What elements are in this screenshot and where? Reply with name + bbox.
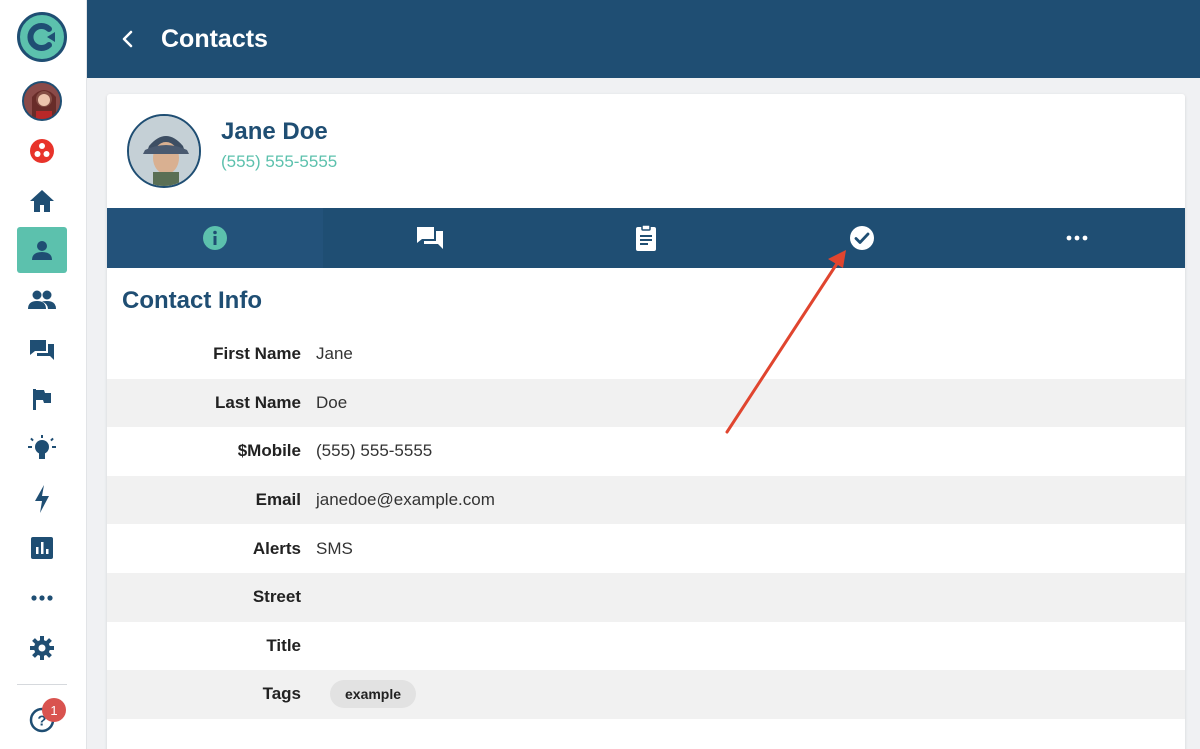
field-label: Email [255, 490, 301, 510]
sidebar: ? 1 [0, 0, 87, 749]
tab-info[interactable] [107, 208, 323, 268]
page-title: Contacts [161, 24, 268, 53]
field-value: Doe [316, 392, 348, 412]
user-avatar[interactable] [22, 81, 62, 121]
settings-icon[interactable] [17, 625, 67, 671]
field-row-last-name: Last Name Doe [107, 378, 1185, 428]
field-row-title: Title [107, 622, 1185, 671]
field-row-street: Street [107, 572, 1185, 622]
field-label: First Name [213, 344, 301, 364]
field-row-alerts: Alerts SMS [107, 524, 1185, 573]
field-label: Street [252, 587, 301, 607]
app-logo-icon[interactable] [17, 12, 67, 62]
bolt-icon[interactable] [17, 476, 67, 522]
field-value: janedoe@example.com [316, 490, 495, 510]
field-label: Tags [262, 684, 301, 704]
field-label: Title [266, 635, 301, 655]
chat-icon [417, 227, 444, 249]
field-value: (555) 555-5555 [316, 441, 433, 461]
back-button[interactable] [117, 29, 137, 49]
more-icon [1066, 235, 1088, 241]
contact-tabs [107, 208, 1185, 268]
header-bar: Contacts [87, 0, 1200, 78]
chevron-left-icon [122, 30, 133, 48]
contact-photo [127, 114, 201, 188]
field-label: Alerts [252, 538, 301, 558]
field-row-tags: Tags example [107, 670, 1185, 719]
contact-phone[interactable]: (555) 555-5555 [221, 152, 337, 172]
field-row-first-name: First Name Jane [107, 330, 1185, 379]
clipboard-icon [635, 224, 656, 251]
field-label: Last Name [215, 392, 301, 412]
tab-tasks[interactable] [754, 208, 970, 268]
tab-notes[interactable] [538, 208, 754, 268]
tab-conversations[interactable] [323, 208, 539, 268]
home-icon[interactable] [17, 178, 67, 224]
sidebar-divider [17, 684, 67, 685]
tag-chip[interactable]: example [330, 680, 417, 709]
tab-more[interactable] [969, 208, 1185, 268]
contact-fields: First Name Jane Last Name Doe $Mobile (5… [107, 330, 1185, 719]
section-title: Contact Info [122, 287, 262, 314]
field-row-email: Email janedoe@example.com [107, 475, 1185, 525]
field-label: $Mobile [237, 441, 301, 461]
contact-name: Jane Doe [221, 118, 328, 145]
circles-icon[interactable] [17, 128, 67, 174]
field-value: Jane [316, 344, 353, 364]
contact-icon[interactable] [17, 227, 67, 273]
more-icon[interactable] [17, 575, 67, 621]
info-icon [202, 226, 227, 250]
contact-card: Jane Doe (555) 555-5555 Contact Info Fir… [107, 94, 1185, 749]
lightbulb-icon[interactable] [17, 426, 67, 472]
group-icon[interactable] [17, 277, 67, 323]
bar-chart-icon[interactable] [17, 525, 67, 571]
flag-icon[interactable] [17, 376, 67, 422]
field-row-mobile: $Mobile (555) 555-5555 [107, 427, 1185, 476]
check-circle-icon [849, 226, 874, 250]
notification-badge: 1 [42, 698, 66, 722]
chat-icon[interactable] [17, 327, 67, 373]
field-value: SMS [316, 538, 353, 558]
